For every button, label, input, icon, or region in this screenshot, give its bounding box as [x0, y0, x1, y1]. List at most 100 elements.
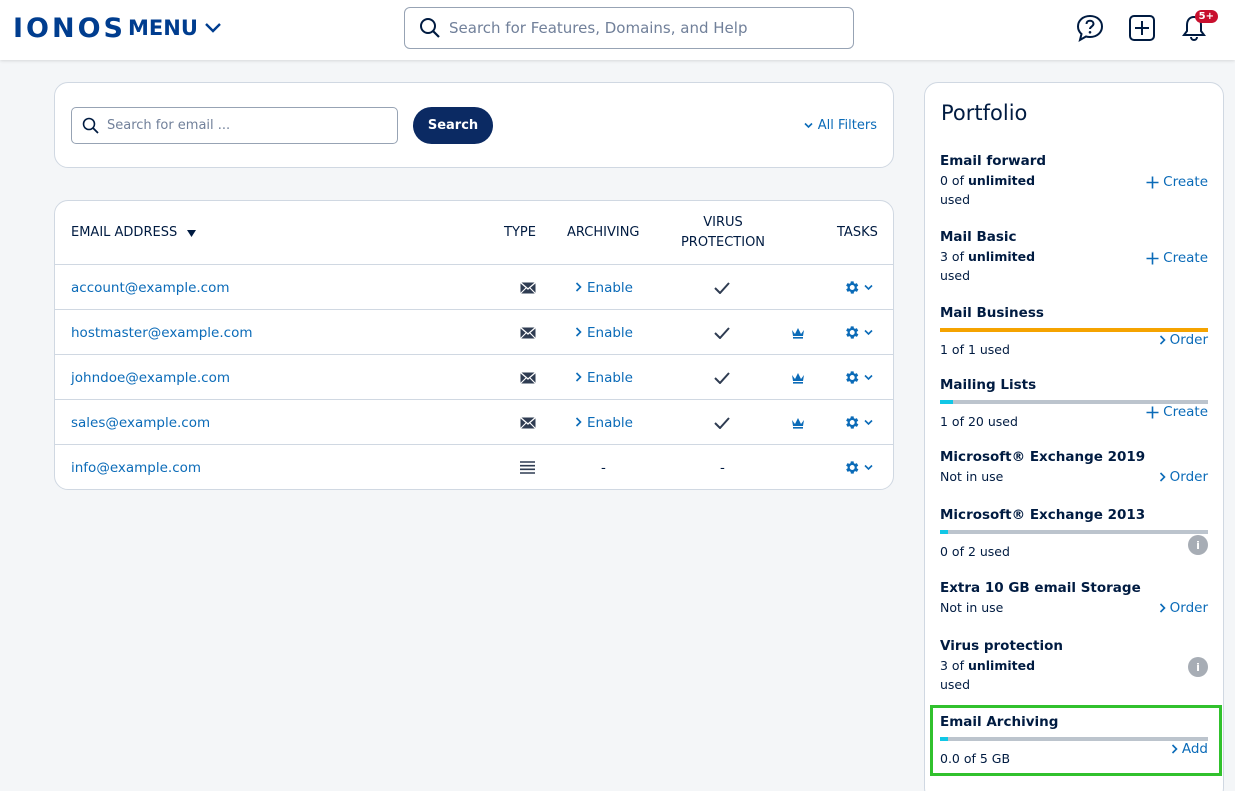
tasks-column-header: TASKS	[837, 225, 878, 240]
action-label: Order	[1169, 332, 1208, 348]
mailbox-type-icon	[520, 400, 536, 445]
portfolio-item: Microsoft® Exchange 2019 Not in use Order	[940, 449, 1208, 486]
portfolio-item-name: Mail Business	[940, 305, 1044, 321]
chevron-right-icon	[575, 280, 582, 296]
create-action-link[interactable]: Create	[1146, 250, 1208, 266]
chevron-down-icon	[205, 23, 221, 33]
usage-bar-fill	[940, 530, 949, 534]
chevron-down-icon	[864, 374, 873, 381]
all-filters-link[interactable]: All Filters	[804, 118, 877, 133]
email-archiving-highlight	[930, 705, 1222, 776]
type-column-header: TYPE	[504, 225, 536, 240]
portfolio-item: Microsoft® Exchange 2013 0 of 2 used i	[940, 507, 1208, 561]
help-chat-button[interactable]	[1074, 12, 1106, 44]
tasks-menu-button[interactable]	[843, 355, 873, 400]
chevron-right-icon	[575, 370, 582, 386]
plus-icon	[1146, 176, 1159, 189]
email-address-link[interactable]: hostmaster@example.com	[71, 310, 252, 355]
crown-icon	[791, 355, 805, 400]
portfolio-item-name: Virus protection	[940, 638, 1064, 654]
portfolio-item: Mailing Lists 1 of 20 used Create	[940, 377, 1208, 431]
chevron-down-icon	[804, 122, 813, 129]
table-row: hostmaster@example.com Enable	[55, 310, 893, 355]
enable-label: Enable	[587, 279, 633, 296]
mailing-list-type-icon	[520, 445, 535, 489]
archiving-column-header: ARCHIVING	[567, 225, 640, 240]
notification-badge: 5+	[1194, 10, 1218, 23]
info-icon[interactable]: i	[1188, 657, 1208, 677]
sort-down-icon	[187, 229, 197, 237]
check-icon	[714, 400, 730, 445]
portfolio-panel: Portfolio Email forward 0 of unlimited use…	[924, 82, 1224, 791]
tasks-menu-button[interactable]	[843, 310, 873, 355]
mailbox-type-icon	[520, 310, 536, 355]
ionos-logo[interactable]: IONOS	[13, 13, 126, 44]
virus-protection-column-header: VIRUS PROTECTION	[673, 201, 773, 265]
check-icon	[714, 355, 730, 400]
email-address-link[interactable]: johndoe@example.com	[71, 355, 230, 400]
global-search-box[interactable]	[404, 7, 854, 49]
create-action-link[interactable]: Create	[1146, 404, 1208, 420]
tasks-menu-button[interactable]	[843, 265, 873, 310]
order-action-link[interactable]: Order	[1159, 332, 1208, 348]
portfolio-item-name: Extra 10 GB email Storage	[940, 580, 1141, 596]
email-address-link[interactable]: account@example.com	[71, 265, 230, 310]
email-search-input[interactable]	[107, 118, 387, 133]
email-search-box[interactable]	[71, 107, 398, 144]
enable-archiving-link[interactable]: Enable	[575, 265, 633, 310]
email-table: EMAIL ADDRESS TYPE ARCHIVING VIRUS PROTE…	[54, 200, 894, 490]
action-label: Order	[1169, 469, 1208, 485]
enable-archiving-link[interactable]: Enable	[575, 310, 633, 355]
usage-suffix: used	[940, 192, 971, 207]
chevron-down-icon	[864, 284, 873, 291]
gear-icon	[843, 459, 860, 476]
portfolio-item: Email forward 0 of unlimited used Create	[940, 153, 1208, 209]
crown-icon	[791, 400, 805, 445]
check-icon	[714, 310, 730, 355]
enable-archiving-link[interactable]: Enable	[575, 400, 633, 445]
info-icon[interactable]: i	[1188, 535, 1208, 555]
chevron-down-icon	[864, 464, 873, 471]
portfolio-item-usage: 3 of unlimited used	[940, 656, 1208, 694]
email-address-link[interactable]: sales@example.com	[71, 400, 210, 445]
email-address-column-header[interactable]: EMAIL ADDRESS	[71, 201, 197, 265]
create-action-link[interactable]: Create	[1146, 174, 1208, 190]
usage-prefix: 0 of	[940, 173, 968, 188]
order-action-link[interactable]: Order	[1159, 600, 1208, 616]
usage-suffix: used	[940, 268, 971, 283]
portfolio-item-name: Mailing Lists	[940, 377, 1037, 393]
portfolio-item: Mail Business 1 of 1 used Order	[940, 305, 1208, 359]
enable-archiving-link[interactable]: Enable	[575, 355, 633, 400]
top-bar: IONOS MENU 5+	[0, 0, 1235, 60]
portfolio-item-usage: 0 of 2 used	[940, 544, 1010, 559]
usage-suffix: used	[940, 677, 971, 692]
table-row: johndoe@example.com Enable	[55, 355, 893, 400]
plus-icon	[1146, 406, 1159, 419]
enable-label: Enable	[587, 324, 633, 341]
order-action-link[interactable]: Order	[1159, 469, 1208, 485]
mailbox-type-icon	[520, 355, 536, 400]
tasks-menu-button[interactable]	[843, 445, 873, 489]
global-search-input[interactable]	[449, 19, 829, 37]
email-address-link[interactable]: info@example.com	[71, 445, 201, 489]
chevron-right-icon	[1159, 472, 1166, 482]
menu-button[interactable]: MENU	[128, 16, 222, 40]
virus-header-line1: VIRUS	[703, 215, 743, 230]
portfolio-item-name: Microsoft® Exchange 2013	[940, 507, 1146, 523]
notifications-button[interactable]: 5+	[1178, 10, 1218, 44]
usage-limit: unlimited	[967, 249, 1036, 264]
usage-prefix: 3 of	[940, 658, 968, 673]
portfolio-item-name: Email forward	[940, 153, 1047, 169]
add-button[interactable]	[1126, 12, 1158, 44]
portfolio-item: Mail Basic 3 of unlimited used Create	[940, 229, 1208, 285]
portfolio-item-name: Microsoft® Exchange 2019	[940, 449, 1146, 465]
usage-prefix: 3 of	[940, 249, 968, 264]
search-button[interactable]: Search	[413, 107, 493, 144]
action-label: Create	[1163, 174, 1208, 190]
virus-header-line2: PROTECTION	[680, 235, 766, 250]
search-icon	[420, 18, 440, 38]
tasks-menu-button[interactable]	[843, 400, 873, 445]
portfolio-item-name: Mail Basic	[940, 229, 1017, 245]
filter-card: Search All Filters	[54, 82, 894, 168]
chevron-down-icon	[864, 419, 873, 426]
